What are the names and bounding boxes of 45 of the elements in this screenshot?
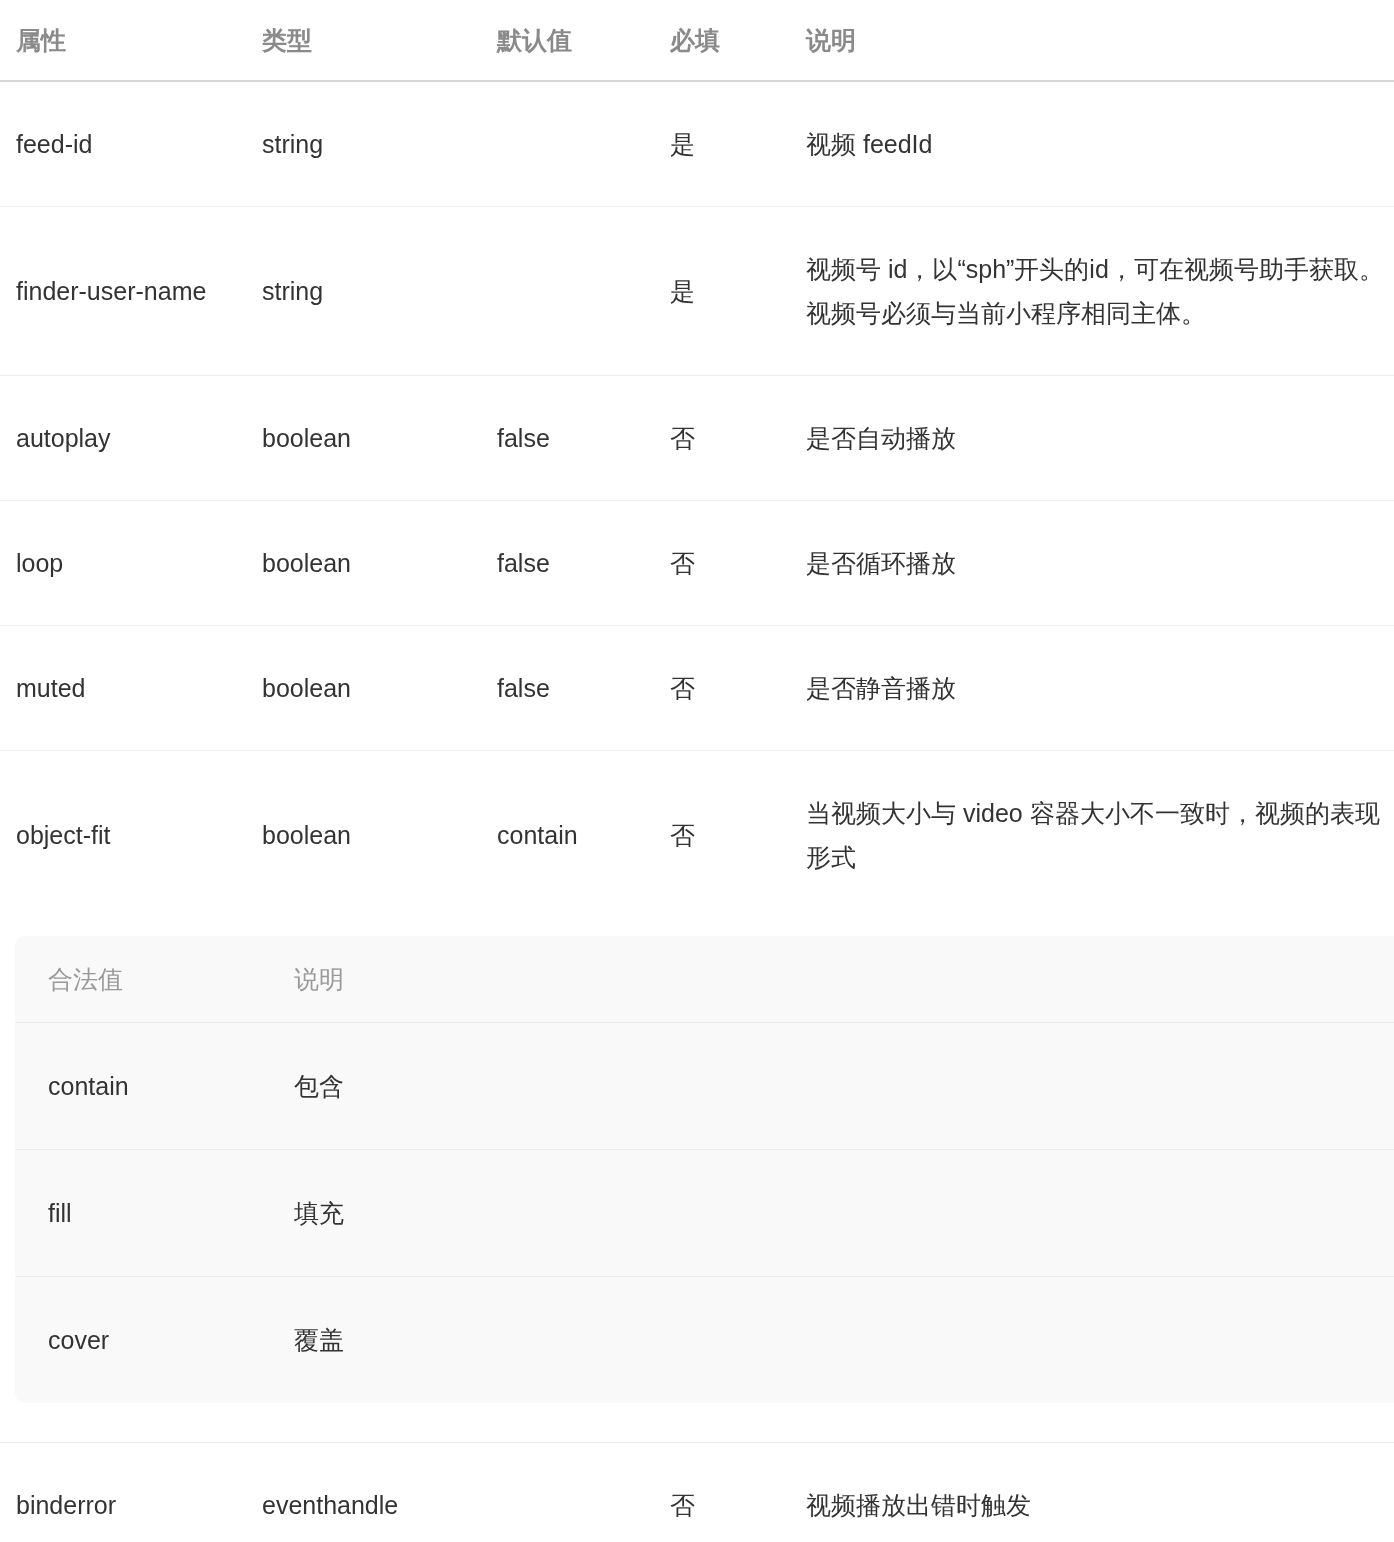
property-name: object-fit — [0, 750, 246, 919]
type-name: string — [246, 81, 481, 207]
property-name: feed-id — [0, 81, 246, 207]
type-name: boolean — [246, 625, 481, 751]
property-name: autoplay — [0, 375, 246, 501]
description: 视频号 id，以“sph”开头的id，可在视频号助手获取。视频号必须与当前小程序相同主体。 — [790, 206, 1394, 376]
legal-value: contain — [15, 1022, 261, 1150]
column-header: 类型 — [246, 0, 481, 81]
value-description: 覆盖 — [261, 1276, 1394, 1403]
default-value: false — [481, 375, 654, 501]
type-name: string — [246, 206, 481, 376]
property-name: loop — [0, 500, 246, 626]
column-header: 属性 — [0, 0, 246, 81]
column-header: 合法值 — [15, 936, 261, 1023]
description: 当视频大小与 video 容器大小不一致时，视频的表现形式 — [790, 750, 1394, 919]
required-value: 是 — [654, 206, 790, 376]
required-value: 否 — [654, 1442, 790, 1542]
required-value: 是 — [654, 81, 790, 207]
description: 是否静音播放 — [790, 625, 1394, 751]
required-value: 否 — [654, 750, 790, 919]
required-value: 否 — [654, 375, 790, 501]
default-value: contain — [481, 750, 654, 919]
default-value: false — [481, 625, 654, 751]
column-header: 说明 — [261, 936, 1394, 1023]
column-header: 默认值 — [481, 0, 654, 81]
description: 视频 feedId — [790, 81, 1394, 207]
value-description: 填充 — [261, 1149, 1394, 1277]
required-value: 否 — [654, 500, 790, 626]
required-value: 否 — [654, 625, 790, 751]
value-description: 包含 — [261, 1022, 1394, 1150]
type-name: boolean — [246, 500, 481, 626]
property-name: finder-user-name — [0, 206, 246, 376]
property-name: binderror — [0, 1442, 246, 1542]
column-header: 说明 — [790, 0, 1394, 81]
legal-value: fill — [15, 1149, 261, 1277]
default-value: false — [481, 500, 654, 626]
property-name: muted — [0, 625, 246, 751]
description: 是否循环播放 — [790, 500, 1394, 626]
description: 是否自动播放 — [790, 375, 1394, 501]
description: 视频播放出错时触发 — [790, 1442, 1394, 1542]
type-name: boolean — [246, 375, 481, 501]
type-name: eventhandle — [246, 1442, 481, 1542]
legal-value: cover — [15, 1276, 261, 1403]
column-header: 必填 — [654, 0, 790, 81]
type-name: boolean — [246, 750, 481, 919]
